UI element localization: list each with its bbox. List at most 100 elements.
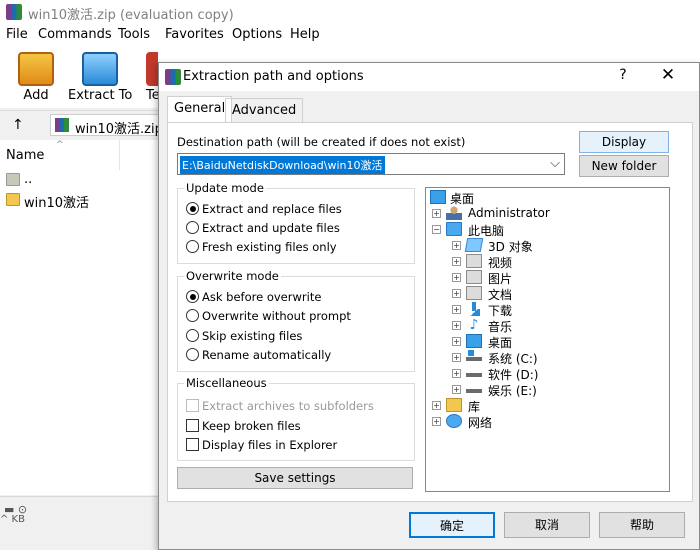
extract-to-button[interactable]: Extract To [68,50,132,106]
tree-label: 视频 [488,256,513,270]
menu-options[interactable]: Options [232,27,282,42]
tree-label: 系统 (C:) [488,352,538,366]
menu-help[interactable]: Help [290,27,320,42]
tab-general[interactable]: General [167,96,233,123]
menu-favorites[interactable]: Favorites [165,27,224,42]
chevron-down-icon[interactable]: ⌵ [550,156,560,171]
radio-unselected[interactable] [186,221,199,234]
expand-plus-icon[interactable]: + [452,337,461,346]
radio-extract-update[interactable]: Extract and update files [186,221,340,239]
file-row-win10[interactable]: win10激活 [0,190,158,211]
winrar-logo-icon [6,4,22,20]
dialog-title: Extraction path and options [183,69,364,84]
drive-icon [466,382,482,396]
tab-advanced[interactable]: Advanced [225,98,304,122]
system-drive-icon [466,350,482,364]
music-icon: ♪ [469,317,479,333]
videos-icon [466,254,482,268]
expand-plus-icon[interactable]: + [452,241,461,250]
new-folder-button[interactable]: New folder [579,155,669,177]
name-column-label: Name [6,148,45,163]
tree-label: 库 [468,400,481,414]
menu-tools[interactable]: Tools [118,27,150,42]
test-label: Te [146,88,158,103]
radio-selected[interactable] [186,202,199,215]
computer-icon [446,222,462,236]
tree-label: 网络 [468,416,493,430]
radio-extract-replace[interactable]: Extract and replace files [186,202,342,220]
tree-label: 图片 [488,272,513,286]
option-label: Extract archives to subfolders [202,399,374,413]
tree-label: 娱乐 (E:) [488,384,537,398]
overwrite-mode-group: Overwrite mode Ask before overwrite Over… [177,269,415,372]
expand-plus-icon[interactable]: + [452,321,461,330]
option-label: Extract and replace files [202,202,342,216]
cancel-button[interactable]: 取消 [504,512,590,538]
option-label: Overwrite without prompt [202,309,351,323]
radio-unselected[interactable] [186,329,199,342]
parent-folder-icon [6,173,20,186]
save-settings-button[interactable]: Save settings [177,467,413,489]
expand-plus-icon[interactable]: + [452,289,461,298]
display-button[interactable]: Display [579,131,669,153]
radio-fresh-existing[interactable]: Fresh existing files only [186,240,337,258]
up-arrow-icon[interactable]: ↑ [12,117,24,133]
miscellaneous-group: Miscellaneous Extract archives to subfol… [177,376,415,461]
pictures-icon [466,270,482,284]
close-icon[interactable]: ✕ [655,65,681,85]
help-button[interactable]: 帮助 [599,512,685,538]
expand-plus-icon[interactable]: + [452,305,461,314]
archive-path-text: win10激活.zip [75,122,163,137]
option-label: Rename automatically [202,348,332,362]
radio-rename-automatically[interactable]: Rename automatically [186,348,331,366]
folder-tree[interactable]: 桌面 + Administrator − 此电脑 + 3D 对象 + 视频 + … [425,187,670,492]
destination-path-combobox[interactable]: E:\BaiduNetdiskDownload\win10激活 ⌵ [177,153,565,175]
archive-path-box[interactable]: win10激活.zip [50,114,170,137]
expand-plus-icon[interactable]: + [432,209,441,218]
expand-plus-icon[interactable]: + [432,401,441,410]
expand-plus-icon[interactable]: + [452,385,461,394]
radio-skip-existing[interactable]: Skip existing files [186,329,302,347]
expand-plus-icon[interactable]: + [452,257,461,266]
file-row-parent[interactable]: .. [0,170,158,190]
help-icon[interactable]: ? [613,67,633,83]
miscellaneous-title: Miscellaneous [184,376,269,390]
ok-button[interactable]: 确定 [409,512,495,538]
destination-path-value[interactable]: E:\BaiduNetdiskDownload\win10激活 [180,156,385,174]
radio-overwrite-without-prompt[interactable]: Overwrite without prompt [186,309,351,327]
tree-label: 桌面 [450,192,475,206]
collapse-minus-icon[interactable]: − [432,225,441,234]
option-label: Ask before overwrite [202,290,322,304]
check-keep-broken-files[interactable]: Keep broken files [186,419,301,437]
test-button[interactable]: Te [142,50,158,106]
check-display-in-explorer[interactable]: Display files in Explorer [186,438,337,456]
libraries-icon [446,398,462,412]
extract-to-label: Extract To [68,88,133,103]
update-mode-title: Update mode [184,181,266,195]
option-label: Display files in Explorer [202,438,338,452]
radio-ask-before-overwrite[interactable]: Ask before overwrite [186,290,321,308]
radio-unselected[interactable] [186,309,199,322]
3d-objects-icon [464,238,484,252]
add-button[interactable]: Add [6,50,66,106]
radio-unselected[interactable] [186,240,199,253]
menu-commands[interactable]: Commands [38,27,112,42]
checkbox[interactable] [186,438,199,451]
check-extract-to-subfolders: Extract archives to subfolders [186,399,374,417]
menu-file[interactable]: File [6,27,28,42]
add-label: Add [23,88,49,103]
status-bar: ▬ ⊙ ^ KB [0,496,160,525]
name-column-header[interactable]: Name ^ [0,140,120,170]
checkbox[interactable] [186,419,199,432]
add-archive-icon [18,52,54,86]
expand-plus-icon[interactable]: + [452,353,461,362]
expand-plus-icon[interactable]: + [452,273,461,282]
update-mode-group: Update mode Extract and replace files Ex… [177,181,415,264]
tree-label: 音乐 [488,320,513,334]
radio-selected[interactable] [186,290,199,303]
tree-label: 桌面 [488,336,513,350]
expand-plus-icon[interactable]: + [432,417,441,426]
radio-unselected[interactable] [186,348,199,361]
expand-plus-icon[interactable]: + [452,369,461,378]
zip-archive-icon [55,118,69,132]
